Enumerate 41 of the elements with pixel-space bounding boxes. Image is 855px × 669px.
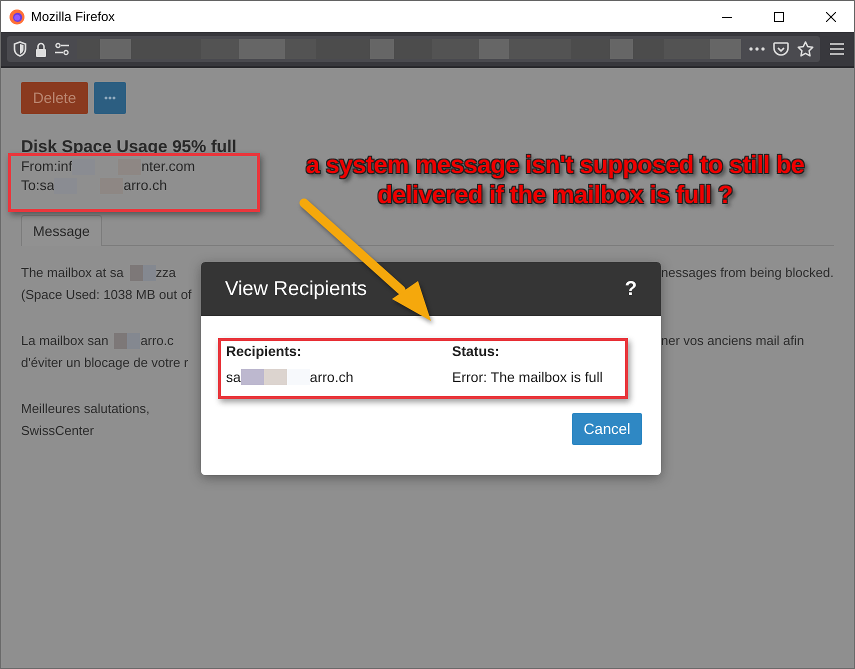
body-text: zza bbox=[156, 264, 176, 282]
more-icon bbox=[104, 96, 116, 100]
recipient-text: To:sa bbox=[21, 176, 54, 195]
redaction-block bbox=[130, 265, 156, 281]
more-icon[interactable] bbox=[749, 47, 765, 51]
sliders-icon bbox=[55, 42, 69, 56]
browser-logo-icon bbox=[9, 8, 25, 24]
column-value: sa bbox=[226, 368, 241, 386]
pocket-icon[interactable] bbox=[773, 42, 789, 56]
lock-icon bbox=[35, 42, 47, 56]
annotation-text: delivered if the mailbox is full ? bbox=[377, 181, 733, 209]
recipient-text: arro.ch bbox=[123, 176, 168, 195]
help-button[interactable]: ? bbox=[624, 278, 637, 300]
body-text: (Space Used: 1038 MB out of bbox=[21, 286, 192, 304]
column-heading: Status: bbox=[452, 343, 500, 359]
menu-icon[interactable] bbox=[830, 43, 844, 55]
body-text: The mailbox at sa bbox=[21, 264, 124, 282]
redaction-block bbox=[114, 333, 140, 349]
annotation-text: a system message isn't supposed to still be bbox=[306, 151, 804, 179]
sender-text: nter.com bbox=[141, 157, 196, 176]
star-icon[interactable] bbox=[797, 41, 814, 57]
body-text: d'éviter un blocage de votre r bbox=[21, 354, 188, 372]
shield-icon bbox=[13, 41, 27, 57]
body-text: ner vos anciens mail afin bbox=[661, 332, 804, 350]
body-text: SwissCenter bbox=[21, 422, 94, 440]
column-heading: Recipients: bbox=[226, 343, 302, 359]
column-value: Error: The mailbox is full bbox=[452, 368, 603, 386]
body-text: nessages from being blocked. bbox=[661, 264, 834, 282]
window-title: Mozilla Firefox bbox=[31, 9, 116, 24]
cancel-button[interactable]: Cancel bbox=[572, 413, 642, 445]
maximize-icon bbox=[774, 12, 784, 22]
sender-text: From:inf bbox=[21, 157, 72, 176]
dialog-title: View Recipients bbox=[225, 278, 367, 300]
body-text: La mailbox san bbox=[21, 332, 108, 350]
body-text: arro.c bbox=[140, 332, 174, 350]
column-value: arro.ch bbox=[310, 368, 354, 386]
close-icon bbox=[826, 12, 836, 22]
body-text: Meilleures salutations, bbox=[21, 400, 150, 418]
redaction-block bbox=[240, 369, 310, 385]
delete-button[interactable]: Delete bbox=[21, 82, 88, 114]
message-tab[interactable]: Message bbox=[21, 215, 102, 246]
